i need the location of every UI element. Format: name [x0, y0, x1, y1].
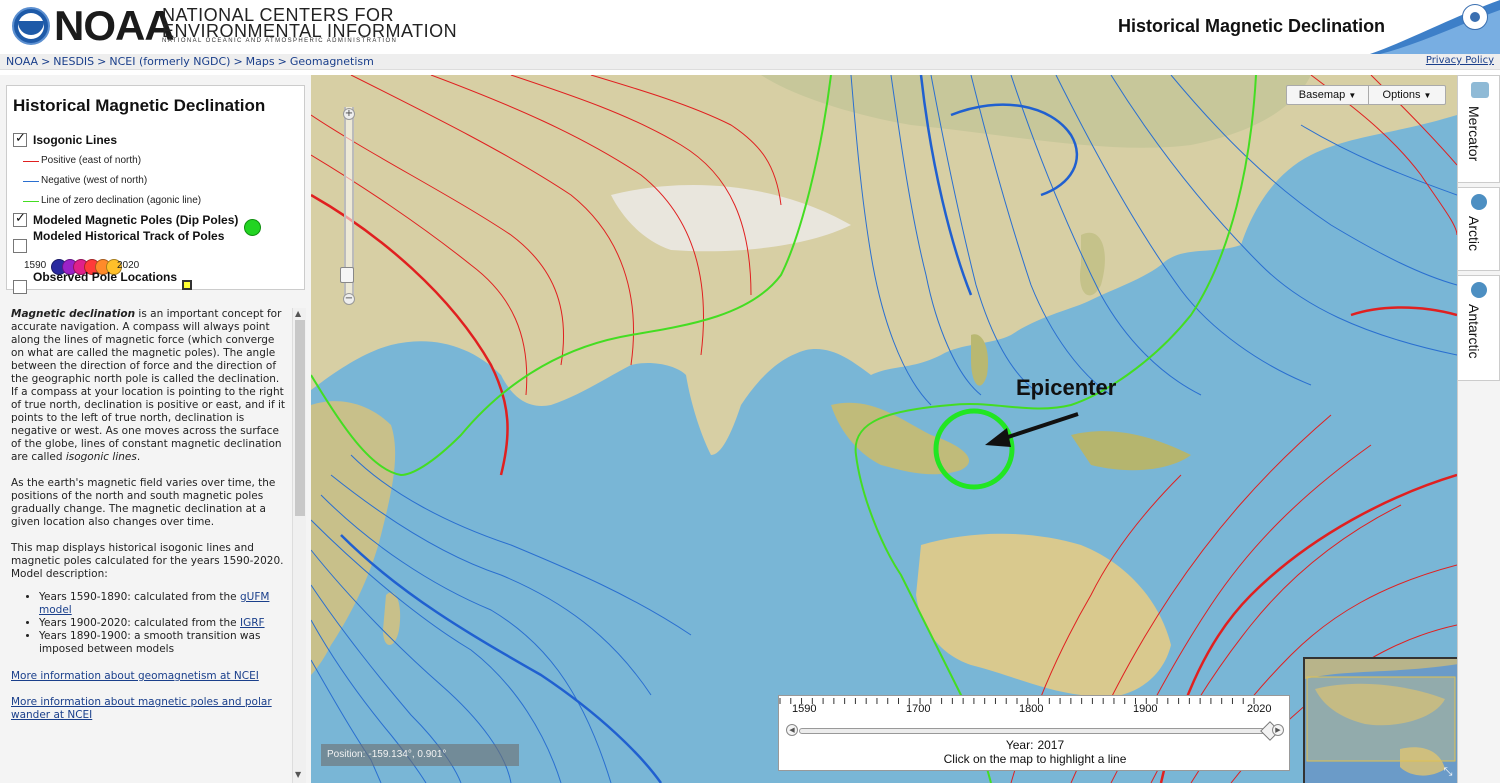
position-value: -159.134°, 0.901° [368, 749, 447, 760]
tab-mercator[interactable]: Mercator [1458, 75, 1500, 183]
doc-seal-icon[interactable] [1462, 4, 1488, 30]
scrollbar-thumb[interactable] [295, 320, 305, 516]
breadcrumb-maps[interactable]: Maps [246, 55, 275, 68]
noaa-logo-icon[interactable] [12, 7, 50, 45]
breadcrumb-separator: > [41, 55, 51, 68]
igrf-link[interactable]: IGRF [240, 617, 265, 629]
scroll-up-icon[interactable]: ▲ [295, 309, 301, 318]
privacy-policy-link[interactable]: Privacy Policy [1426, 55, 1494, 66]
breadcrumb-separator: > [97, 55, 107, 68]
cursor-position-readout: Position: -159.134°, 0.901° [321, 744, 519, 766]
observed-poles-label[interactable]: Observed Pole Locations [33, 270, 177, 284]
position-label: Position: [327, 749, 366, 760]
breadcrumb: NOAA > NESDIS > NCEI (formerly NGDC) > Maps > Ge… [6, 55, 374, 68]
timeline-back-button[interactable]: ◀ [786, 724, 798, 736]
landmass-eurasia [311, 75, 1457, 455]
positive-line-swatch [23, 161, 39, 162]
landmass-africa [311, 401, 396, 675]
app-root: NOAA NATIONAL CENTERS FOR ENVIRONMENTAL … [0, 0, 1500, 783]
tab-mercator-label: Mercator [1466, 106, 1482, 162]
negative-legend-text: Negative (west of north) [41, 175, 148, 186]
epicenter-arrowhead-icon [985, 428, 1011, 447]
globe-icon [1471, 282, 1487, 298]
tab-arctic[interactable]: Arctic [1458, 187, 1500, 271]
positive-legend-text: Positive (east of north) [41, 155, 142, 166]
epicenter-annotation: Epicenter [1016, 375, 1117, 400]
magnetic-poles-info-link[interactable]: More information about magnetic poles an… [11, 696, 272, 721]
map-toolbar: Basemap ▼ Options ▼ [1286, 85, 1446, 105]
landmass-madagascar [383, 592, 401, 645]
description-paragraph-2: As the earth's magnetic field varies ove… [11, 477, 276, 528]
year-timeline-panel: 1590 1700 1800 1900 2020 ◀ ▶ Year: 2017 C… [778, 695, 1290, 771]
historical-track-checkbox[interactable] [13, 239, 27, 253]
breadcrumb-separator: > [233, 55, 243, 68]
list-item: Years 1890-1900: a smooth transition was… [39, 630, 286, 656]
options-dropdown[interactable]: Options ▼ [1369, 86, 1445, 104]
landmass-australia [916, 533, 1171, 698]
chevron-down-icon: ▼ [1348, 91, 1357, 100]
chevron-down-icon: ▼ [1423, 91, 1432, 100]
historical-track-label[interactable]: Modeled Historical Track of Poles [33, 229, 224, 243]
options-dropdown-label: Options [1382, 89, 1421, 101]
header-title: Historical Magnetic Declination [1118, 16, 1386, 36]
map-viewport[interactable]: + − Basemap ▼ Options ▼ Epicenter Positi… [311, 75, 1457, 783]
list-item: Years 1590-1890: calculated from the gUF… [39, 591, 286, 617]
breadcrumb-separator: > [277, 55, 287, 68]
landmass-sundaland [831, 402, 970, 475]
landmass-new-guinea [1071, 431, 1191, 471]
breadcrumb-ncei[interactable]: NCEI (formerly NGDC) [109, 55, 230, 68]
epicenter-arrow [998, 412, 1079, 442]
globe-icon [1471, 194, 1487, 210]
tab-arctic-label: Arctic [1466, 216, 1482, 251]
breadcrumb-noaa[interactable]: NOAA [6, 55, 38, 68]
tab-antarctic-label: Antarctic [1466, 304, 1482, 359]
map-icon [1471, 82, 1489, 98]
overview-map[interactable] [1303, 657, 1457, 783]
negative-line-swatch [23, 181, 39, 182]
isogonic-lines-label[interactable]: Isogonic Lines [33, 133, 117, 147]
overview-map-canvas[interactable] [1305, 659, 1457, 783]
site-header: NOAA NATIONAL CENTERS FOR ENVIRONMENTAL … [0, 0, 1500, 54]
breadcrumb-bar: NOAA > NESDIS > NCEI (formerly NGDC) > Maps > Ge… [0, 54, 1500, 70]
dip-poles-checkbox[interactable] [13, 211, 27, 227]
description-text: Magnetic declination is an important con… [0, 308, 292, 783]
org-name-line3: NATIONAL OCEANIC AND ATMOSPHERIC ADMINIS… [162, 38, 398, 44]
description-paragraph-1: Magnetic declination is an important con… [11, 308, 286, 463]
current-year-display: Year: 2017 [779, 738, 1291, 752]
map-hint-text: Click on the map to highlight a line [943, 752, 1127, 766]
dip-pole-marker-icon [244, 219, 261, 236]
timeline-slider[interactable] [799, 728, 1273, 734]
timeline-ticks [779, 698, 1255, 704]
basemap-dropdown-label: Basemap [1298, 89, 1346, 101]
observed-pole-marker-icon [182, 280, 192, 290]
agonic-line-swatch [23, 201, 39, 202]
description-scrollbar[interactable]: ▲ ▼ [292, 308, 306, 783]
noaa-wordmark[interactable]: NOAA [54, 2, 175, 50]
zoom-in-button[interactable]: + [343, 108, 355, 120]
agonic-legend-text: Line of zero declination (agonic line) [41, 195, 202, 206]
timeline-forward-button[interactable]: ▶ [1272, 724, 1284, 736]
year-label: Year: [1005, 738, 1034, 752]
observed-poles-checkbox[interactable] [13, 280, 27, 294]
legend-panel: Historical Magnetic Declination Isogonic… [6, 85, 305, 294]
legend-title: Historical Magnetic Declination [13, 96, 266, 115]
projection-tabs: Mercator Arctic Antarctic [1457, 75, 1500, 783]
scroll-down-icon[interactable]: ▼ [295, 770, 301, 779]
list-item: Years 1900-2020: calculated from the IGR… [39, 617, 286, 630]
description-paragraph-3: This map displays historical isogonic li… [11, 542, 286, 656]
dip-poles-label[interactable]: Modeled Magnetic Poles (Dip Poles) [33, 213, 238, 227]
overview-toggle-icon[interactable]: ⤡ [1441, 765, 1455, 779]
left-panel: Historical Magnetic Declination Isogonic… [0, 75, 311, 783]
zoom-out-button[interactable]: − [343, 293, 355, 305]
tab-antarctic[interactable]: Antarctic [1458, 275, 1500, 381]
breadcrumb-geomagnetism[interactable]: Geomagnetism [290, 55, 374, 68]
geomagnetism-info-link[interactable]: More information about geomagnetism at N… [11, 670, 259, 682]
year-value: 2017 [1037, 738, 1065, 752]
model-list: Years 1590-1890: calculated from the gUF… [39, 591, 286, 656]
isogonic-lines-checkbox[interactable] [13, 131, 27, 147]
basemap-dropdown[interactable]: Basemap ▼ [1287, 86, 1369, 104]
breadcrumb-nesdis[interactable]: NESDIS [53, 55, 94, 68]
zoom-slider-handle[interactable] [340, 267, 354, 283]
map-canvas[interactable] [311, 75, 1457, 783]
